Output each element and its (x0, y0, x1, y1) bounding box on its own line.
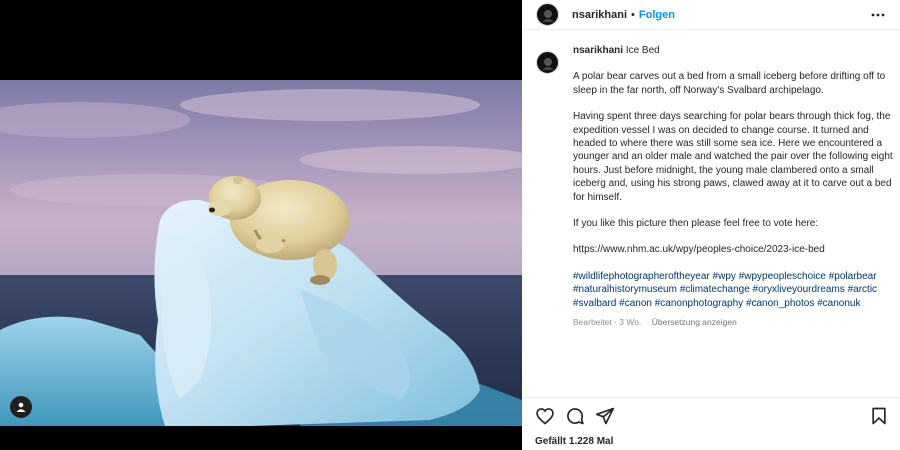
user-tag-icon (16, 402, 26, 412)
profile-picture-icon (541, 9, 554, 22)
caption-username[interactable]: nsarikhani (573, 45, 623, 56)
instagram-post-view: nsarikhani • Folgen nsarikhani Ice Bed A… (0, 0, 900, 450)
post-photo[interactable] (0, 80, 522, 426)
post-actions-bar (522, 397, 900, 431)
hashtag[interactable]: #canonuk (817, 298, 860, 309)
hashtag[interactable]: #climatechange (680, 284, 750, 295)
hashtag[interactable]: #arctic (848, 284, 877, 295)
header-username[interactable]: nsarikhani (572, 9, 627, 21)
post-media (0, 0, 522, 450)
caption-area: nsarikhani Ice Bed A polar bear carves o… (522, 44, 900, 330)
hashtag[interactable]: #canon_photos (746, 298, 814, 309)
paper-plane-icon (595, 407, 615, 425)
hashtag[interactable]: #canonphotography (655, 298, 743, 309)
show-translation-button[interactable]: Übersetzung anzeigen (652, 317, 737, 327)
comment-icon (567, 408, 584, 425)
hashtag[interactable]: #polarbear (829, 271, 877, 282)
hashtag[interactable]: #canon (619, 298, 652, 309)
hashtag-list: #wildlifephotographeroftheyear #wpy #wpy… (573, 270, 893, 310)
share-button[interactable] (595, 406, 615, 426)
more-options-button[interactable] (870, 7, 886, 23)
caption-title: Ice Bed (625, 45, 660, 56)
caption-paragraph-1: A polar bear carves out a bed from a sma… (573, 71, 886, 96)
caption-paragraph-3: If you like this picture then please fee… (573, 218, 819, 230)
hashtag[interactable]: #wildlifephotographeroftheyear (573, 271, 710, 282)
hashtag[interactable]: #naturalhistorymuseum (573, 284, 677, 295)
hashtag[interactable]: #oryxliveyourdreams (753, 284, 845, 295)
separator-dot: • (631, 8, 635, 21)
caption-paragraph-2: Having spent three days searching for po… (573, 111, 893, 203)
caption-text: nsarikhani Ice Bed A polar bear carves o… (573, 44, 893, 330)
post-side-panel: nsarikhani • Folgen nsarikhani Ice Bed A… (522, 0, 900, 450)
avatar[interactable] (536, 3, 559, 26)
caption-title-line: nsarikhani Ice Bed (573, 44, 893, 57)
comment-button[interactable] (565, 406, 585, 426)
more-options-icon (871, 13, 885, 17)
hashtag[interactable]: #wpy (713, 271, 736, 282)
save-button[interactable] (869, 406, 889, 426)
follow-button[interactable]: Folgen (639, 9, 675, 21)
edited-timestamp: Bearbeitet · 3 Wo. (573, 317, 642, 328)
caption-avatar[interactable] (536, 51, 559, 74)
tagged-users-button[interactable] (10, 396, 32, 418)
post-header: nsarikhani • Folgen (522, 0, 900, 30)
post-meta: Bearbeitet · 3 Wo. Übersetzung anzeigen (573, 316, 893, 329)
hashtag[interactable]: #wpypeopleschoice (739, 271, 826, 282)
heart-icon (536, 408, 554, 425)
like-button[interactable] (535, 406, 555, 426)
profile-picture-icon (541, 57, 554, 70)
bookmark-icon (872, 407, 886, 425)
polar-bear-photo (0, 80, 522, 426)
caption-vote-link[interactable]: https://www.nhm.ac.uk/wpy/peoples-choice… (573, 243, 893, 256)
likes-count[interactable]: Gefällt 1.228 Mal (535, 436, 613, 447)
hashtag[interactable]: #svalbard (573, 298, 616, 309)
